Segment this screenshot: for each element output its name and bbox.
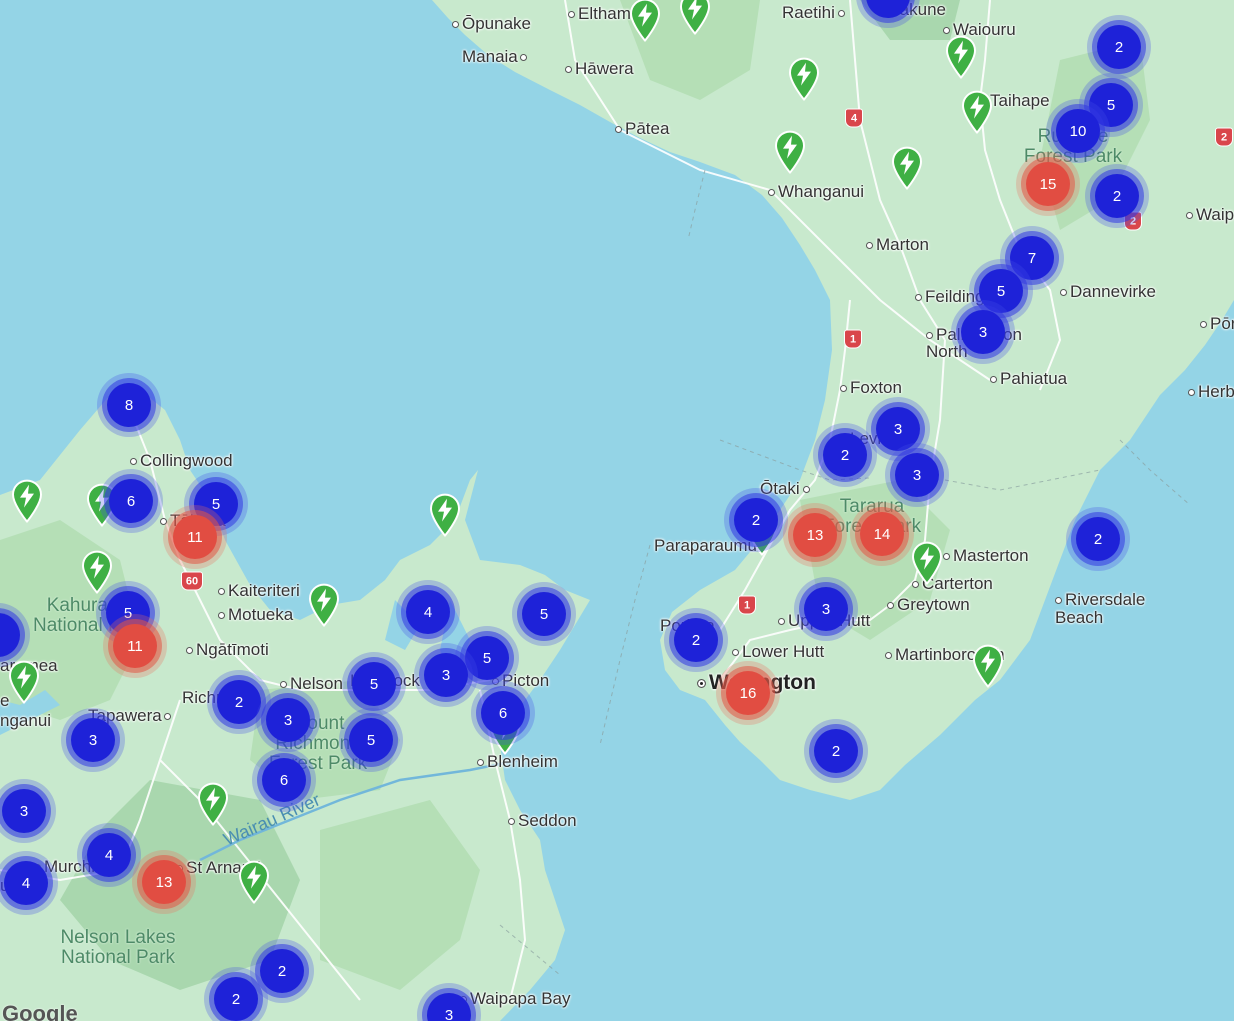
cluster-marker[interactable]: 2 <box>1076 517 1120 561</box>
cluster-marker[interactable]: 5 <box>349 718 393 762</box>
place-label-nganui[interactable]: nganui <box>0 712 51 730</box>
place-label-nelson[interactable]: Nelson <box>280 675 343 693</box>
ev-charging-station-icon[interactable] <box>196 782 230 827</box>
ev-charging-station-icon[interactable] <box>428 493 462 538</box>
place-label-hawera[interactable]: Hāwera <box>565 60 634 78</box>
cluster-marker[interactable]: 3 <box>895 453 939 497</box>
cluster-marker[interactable]: 2 <box>1097 25 1141 69</box>
ev-charging-station-icon[interactable] <box>944 35 978 80</box>
place-label-dannevirke[interactable]: Dannevirke <box>1060 283 1156 301</box>
ev-charging-station-icon[interactable] <box>628 0 662 43</box>
ev-charging-station-icon[interactable] <box>237 860 271 905</box>
ev-charging-station-icon[interactable] <box>971 644 1005 689</box>
cluster-marker[interactable]: 4 <box>406 590 450 634</box>
cluster-marker[interactable]: 3 <box>876 407 920 451</box>
highway-shield: 1 <box>738 595 756 615</box>
cluster-marker[interactable]: 11 <box>113 624 157 668</box>
cluster-marker[interactable]: 3 <box>804 587 848 631</box>
cluster-marker[interactable]: 2 <box>814 729 858 773</box>
place-label-raetihi[interactable]: Raetihi <box>782 4 848 22</box>
cluster-marker[interactable]: 5 <box>979 269 1023 313</box>
cluster-marker[interactable]: 2 <box>214 977 258 1021</box>
place-label-seddon[interactable]: Seddon <box>508 812 577 830</box>
cluster-marker[interactable]: 6 <box>481 691 525 735</box>
ev-charging-station-icon[interactable] <box>910 541 944 586</box>
cluster-marker[interactable]: 2 <box>1095 174 1139 218</box>
cluster-marker[interactable]: 2 <box>734 498 778 542</box>
cluster-marker[interactable]: 15 <box>1026 162 1070 206</box>
cluster-marker[interactable]: 2 <box>823 433 867 477</box>
cluster-marker[interactable]: 14 <box>860 512 904 556</box>
place-label-motueka[interactable]: Motueka <box>218 606 293 624</box>
cluster-marker[interactable]: 16 <box>726 671 770 715</box>
cluster-marker[interactable]: 5 <box>352 662 396 706</box>
park-label-nelson-lakes: Nelson Lakes National Park <box>60 927 176 968</box>
place-label-foxton[interactable]: Foxton <box>840 379 902 397</box>
cluster-marker[interactable]: 4 <box>4 861 48 905</box>
cluster-marker[interactable]: 2 <box>674 618 718 662</box>
cluster-marker[interactable]: 13 <box>793 513 837 557</box>
cluster-marker[interactable]: 5 <box>465 636 509 680</box>
highway-shield: 4 <box>845 108 863 128</box>
place-label-riversdale-beach[interactable]: Riversdale Beach <box>1055 591 1175 627</box>
ev-charging-station-icon[interactable] <box>80 550 114 595</box>
highway-shield: 1 <box>844 329 862 349</box>
place-label-marton[interactable]: Marton <box>866 236 929 254</box>
ev-charging-station-icon[interactable] <box>307 583 341 628</box>
place-label-pahiatua[interactable]: Pahiatua <box>990 370 1067 388</box>
cluster-marker[interactable]: 6 <box>109 479 153 523</box>
google-logo: Google <box>2 1001 78 1021</box>
place-label-masterton[interactable]: Masterton <box>943 547 1029 565</box>
ev-charging-station-icon[interactable] <box>787 57 821 102</box>
cluster-marker[interactable]: 3 <box>71 718 115 762</box>
place-label-paraparaumu[interactable]: Paraparaumu <box>654 537 757 555</box>
ev-charging-station-icon[interactable] <box>890 146 924 191</box>
cluster-marker[interactable]: 4 <box>87 833 131 877</box>
place-label-opunake[interactable]: Ōpunake <box>452 15 531 33</box>
ev-charging-station-icon[interactable] <box>678 0 712 36</box>
place-label-feilding[interactable]: Feilding <box>915 288 985 306</box>
cluster-marker[interactable]: 2 <box>217 680 261 724</box>
cluster-marker[interactable]: 10 <box>1056 109 1100 153</box>
place-label-eltham[interactable]: Eltham <box>568 5 631 23</box>
place-label-blenheim[interactable]: Blenheim <box>477 753 558 771</box>
cluster-marker[interactable]: 3 <box>266 698 310 742</box>
cluster-marker[interactable]: 3 <box>961 310 1005 354</box>
ev-charging-station-icon[interactable] <box>773 130 807 175</box>
place-label-patea[interactable]: Pātea <box>615 120 669 138</box>
cluster-marker[interactable]: 13 <box>142 860 186 904</box>
cluster-marker[interactable]: 8 <box>107 383 151 427</box>
cluster-marker[interactable]: 6 <box>262 758 306 802</box>
place-label-waipapa-bay[interactable]: Waipapa Bay <box>460 990 570 1008</box>
place-label-manaia[interactable]: Manaia <box>462 48 530 66</box>
place-label-lower-hutt[interactable]: Lower Hutt <box>732 643 824 661</box>
ev-charging-station-icon[interactable] <box>10 479 44 524</box>
place-label-por[interactable]: Pōr <box>1200 315 1234 333</box>
place-label-otaki[interactable]: Ōtaki <box>760 480 813 498</box>
place-label-ngatimoti[interactable]: Ngātīmoti <box>186 641 269 659</box>
place-label-whanganui[interactable]: Whanganui <box>768 183 864 201</box>
cluster-marker[interactable]: 5 <box>522 592 566 636</box>
cluster-marker[interactable]: 3 <box>424 653 468 697</box>
highway-shield: 60 <box>181 571 203 591</box>
place-label-herb[interactable]: Herb <box>1188 383 1234 401</box>
place-label-greytown[interactable]: Greytown <box>887 596 970 614</box>
place-label-collingwood[interactable]: Collingwood <box>130 452 233 470</box>
highway-shield: 2 <box>1215 127 1233 147</box>
cluster-marker[interactable]: 11 <box>173 515 217 559</box>
cluster-marker[interactable]: 2 <box>260 949 304 993</box>
map-canvas[interactable]: Ōpunake Eltham Raetihi Ohakune Waiouru M… <box>0 0 1234 1021</box>
ev-charging-station-icon[interactable] <box>7 660 41 705</box>
cluster-marker[interactable]: 3 <box>2 789 46 833</box>
place-label-kaiteriteri[interactable]: Kaiteriteri <box>218 582 300 600</box>
ev-charging-station-icon[interactable] <box>960 90 994 135</box>
place-label-waip[interactable]: Waip <box>1186 206 1234 224</box>
cluster-marker[interactable]: 7 <box>1010 236 1054 280</box>
